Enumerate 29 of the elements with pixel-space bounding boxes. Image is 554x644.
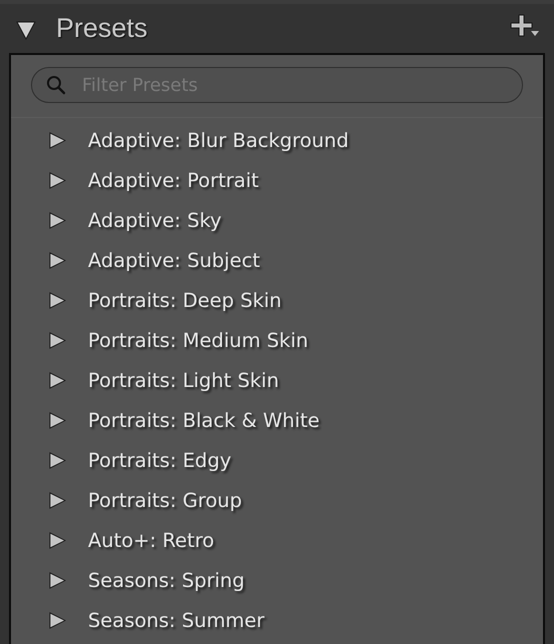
collapse-triangle-icon[interactable] [16,20,36,40]
expand-triangle-icon[interactable] [49,492,66,508]
expand-triangle-icon[interactable] [49,412,66,428]
preset-folder[interactable]: Portraits: Light Skin [11,360,543,400]
expand-triangle-icon[interactable] [49,132,66,148]
panel-title: Presets [56,13,149,44]
expand-triangle-icon[interactable] [49,572,66,588]
expand-triangle-icon[interactable] [49,452,66,468]
expand-triangle-icon[interactable] [49,372,66,388]
expand-triangle-icon[interactable] [49,332,66,348]
preset-folder[interactable]: Seasons: Summer [11,600,543,640]
preset-folder[interactable]: Adaptive: Blur Background [11,120,543,160]
preset-folder[interactable]: Portraits: Deep Skin [11,280,543,320]
expand-triangle-icon[interactable] [49,172,66,188]
expand-triangle-icon[interactable] [49,252,66,268]
expand-triangle-icon[interactable] [49,612,66,628]
preset-folder[interactable]: Adaptive: Subject [11,240,543,280]
preset-folder[interactable]: Adaptive: Portrait [11,160,543,200]
expand-triangle-icon[interactable] [49,292,66,308]
preset-folder[interactable]: Portraits: Edgy [11,440,543,480]
preset-folder[interactable]: Auto+: Retro [11,520,543,560]
preset-folder[interactable]: Adaptive: Sky [11,200,543,240]
add-preset-icon[interactable] [510,12,540,38]
preset-folder[interactable]: Seasons: Spring [11,560,543,600]
preset-folder[interactable]: Portraits: Black & White [11,400,543,440]
preset-folder[interactable]: Portraits: Medium Skin [11,320,543,360]
expand-triangle-icon[interactable] [49,532,66,548]
expand-triangle-icon[interactable] [49,212,66,228]
preset-folder[interactable]: Portraits: Group [11,480,543,520]
